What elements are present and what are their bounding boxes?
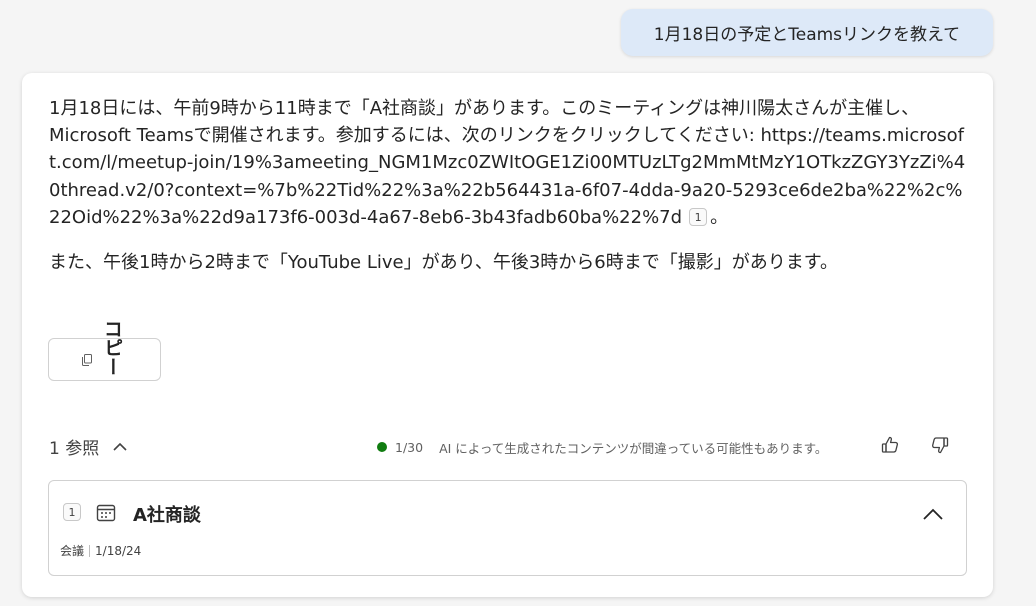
- copy-button[interactable]: コピー: [48, 319, 161, 381]
- response-period: 。: [710, 206, 729, 228]
- response-paragraph-2: また、午後1時から2時まで「YouTube Live」があり、午後3時から6時ま…: [49, 252, 838, 274]
- reference-type: 会議: [60, 544, 85, 558]
- calendar-icon: [96, 504, 116, 522]
- assistant-response-card: 1月18日には、午前9時から11時まで「A社商談」があります。このミーティングは…: [22, 73, 993, 597]
- reference-card[interactable]: 1 A社商談 会議 1/18/24: [48, 480, 967, 576]
- thumbs-down-icon: [931, 437, 949, 454]
- copy-button-label: コピー: [101, 319, 123, 376]
- response-count: 1/30: [395, 439, 424, 455]
- reference-date: 1/18/24: [95, 543, 142, 558]
- like-button[interactable]: [878, 433, 902, 457]
- response-paragraph-1: 1月18日には、午前9時から11時まで「A社商談」があります。このミーティングは…: [49, 95, 969, 231]
- user-message-text: 1月18日の予定とTeamsリンクを教えて: [653, 25, 961, 45]
- reference-meta: 会議 1/18/24: [60, 542, 141, 559]
- reference-number-badge: 1: [63, 503, 81, 521]
- copy-icon: [82, 354, 92, 366]
- citation-badge[interactable]: 1: [689, 208, 708, 227]
- thumbs-up-icon: [881, 436, 899, 453]
- user-message-bubble: 1月18日の予定とTeamsリンクを教えて: [621, 9, 993, 56]
- dislike-button[interactable]: [928, 433, 952, 457]
- references-toggle-label: 1 参照: [49, 438, 100, 459]
- chevron-up-icon: [113, 442, 127, 451]
- meta-divider: [89, 544, 91, 557]
- references-toggle[interactable]: 1 参照: [49, 435, 127, 459]
- ai-disclaimer: AI によって生成されたコンテンツが間違っている可能性もあります。: [439, 440, 828, 456]
- reference-title: A社商談: [133, 505, 201, 526]
- response-text: 1月18日には、午前9時から11時まで「A社商談」があります。このミーティングは…: [49, 95, 969, 276]
- chevron-up-icon[interactable]: [921, 502, 945, 526]
- ai-status-bar: 1/30 AI によって生成されたコンテンツが間違っている可能性もあります。: [377, 437, 827, 457]
- status-indicator-dot: [377, 442, 387, 452]
